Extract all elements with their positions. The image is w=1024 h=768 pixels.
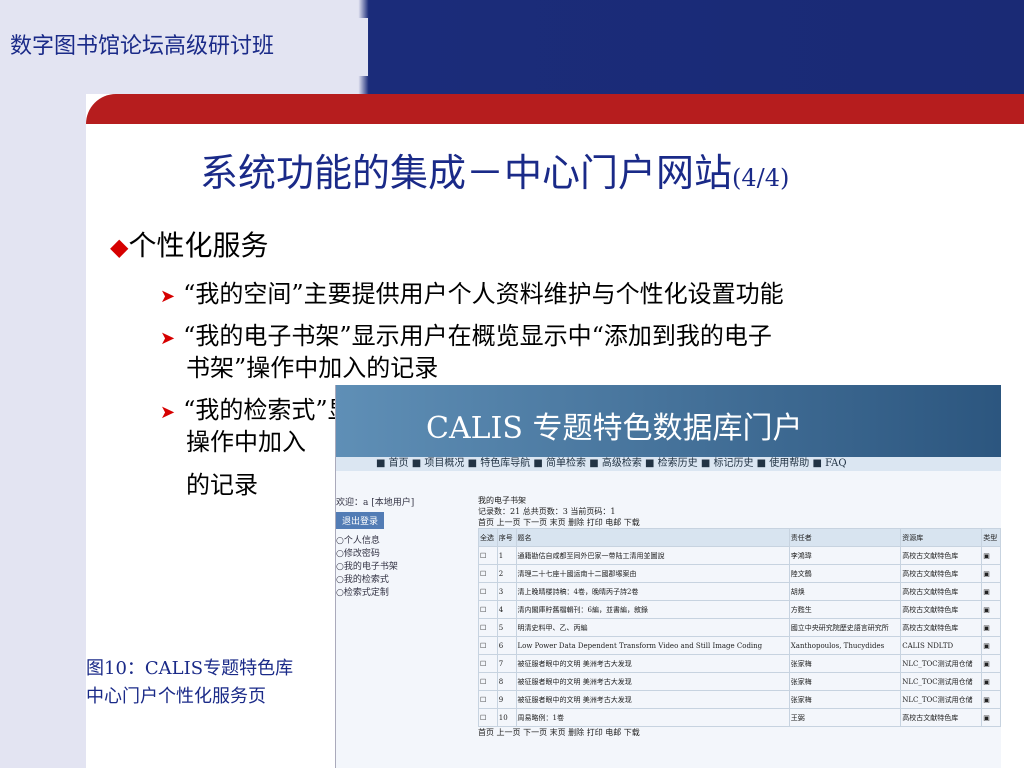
item-2: ➤ “我的电子书架”显示用户在概览显示中“添加到我的电子	[160, 322, 772, 350]
table-row[interactable]: ☐ 8 被征服者眼中的文明 美洲考古大发现 张家梅 NLC_TOC测试用仓储 ▣	[478, 672, 1001, 691]
pager[interactable]: 首页 上一页 下一页 末页 删除 打印 电邮 下载	[478, 517, 1001, 528]
side-item-3[interactable]: ○我的检索式	[336, 572, 476, 585]
figure-caption: 图10：CALIS专题特色库 中心门户个性化服务页	[86, 655, 294, 711]
col-0[interactable]: 全选	[478, 528, 498, 547]
table-row[interactable]: ☐ 6 Low Power Data Dependent Transform Vid…	[478, 636, 1001, 655]
side-item-4[interactable]: ○检索式定制	[336, 585, 476, 598]
item-2-cont: 书架”操作中加入的记录	[186, 354, 439, 382]
side-item-1[interactable]: ○修改密码	[336, 546, 476, 559]
calis-screenshot: CALIS 专题特色数据库门户 ■ 首页 ■ 项目概况 ■ 特色库导航 ■ 简单…	[335, 385, 1001, 768]
table-row[interactable]: ☐ 7 被征服者眼中的文明 美洲考古大发现 张家梅 NLC_TOC测试用仓储 ▣	[478, 654, 1001, 673]
calis-nav[interactable]: ■ 首页 ■ 项目概况 ■ 特色库导航 ■ 简单检索 ■ 高级检索 ■ 检索历史…	[336, 457, 1001, 471]
pager-bottom[interactable]: 首页 上一页 下一页 末页 删除 打印 电邮 下载	[478, 727, 1001, 738]
col-5[interactable]: 类型	[981, 528, 1001, 547]
table-row[interactable]: ☐ 4 清内閣庫貯舊檔輯刊：6編，並書編，敘錄 方甦生 高校古文献特色库 ▣	[478, 600, 1001, 619]
table-row[interactable]: ☐ 2 清理二十七座十國运南十二國郡塚案由 陸文鶴 高校古文献特色库 ▣	[478, 564, 1001, 583]
col-3[interactable]: 责任者	[788, 528, 902, 547]
shelf-stats: 记录数：21 总共页数：3 当前页码：1	[478, 507, 616, 516]
col-2[interactable]: 题名	[515, 528, 790, 547]
side-item-0[interactable]: ○个人信息	[336, 533, 476, 546]
col-1[interactable]: 序号	[496, 528, 517, 547]
forum-title: 数字图书馆论坛高级研讨班	[0, 18, 368, 76]
table-row[interactable]: ☐ 10 周易略例：1卷 王弼 高校古文献特色库 ▣	[478, 708, 1001, 727]
shelf-title: 我的电子书架	[478, 496, 526, 505]
side-item-2[interactable]: ○我的电子书架	[336, 559, 476, 572]
bullet-personal-service: ◆个性化服务	[110, 229, 269, 262]
calis-header: CALIS 专题特色数据库门户	[336, 385, 1001, 457]
welcome-text: 欢迎：a [本地用户]	[336, 498, 415, 508]
calis-content: 我的电子书架 记录数：21 总共页数：3 当前页码：1 首页 上一页 下一页 末…	[478, 495, 1001, 738]
red-divider	[86, 94, 1024, 124]
table-row[interactable]: ☐ 9 被征服者眼中的文明 美洲考古大发现 张家梅 NLC_TOC测试用仓储 ▣	[478, 690, 1001, 709]
logout-button[interactable]: 退出登录	[336, 512, 385, 529]
left-panel	[0, 0, 86, 768]
table-row[interactable]: ☐ 5 明清史料甲、乙、丙編 國立中央研究院歷史語言研究所 高校古文献特色库 ▣	[478, 618, 1001, 637]
table-row[interactable]: ☐ 1 通籍勘估自咸都至同外巴家一带陆工清用並圖說 李鴻瑋 高校古文献特色库 ▣	[478, 546, 1001, 565]
item-3-cont: 操作中加入	[186, 428, 306, 456]
col-4[interactable]: 资源库	[900, 528, 983, 547]
item-3-end: 的记录	[186, 471, 258, 499]
slide-title: 系统功能的集成－中心门户网站(4/4)	[200, 151, 790, 195]
calis-sidebar: 欢迎：a [本地用户] 退出登录 ○个人信息 ○修改密码 ○我的电子书架 ○我的检索式…	[336, 495, 476, 598]
item-1: ➤ “我的空间”主要提供用户个人资料维护与个性化设置功能	[160, 280, 784, 308]
table-row[interactable]: ☐ 3 清上晚晴楼詩稿：4卷，晚晴丙子詩2卷 胡焕 高校古文献特色库 ▣	[478, 582, 1001, 601]
shelf-table: 全选 序号 题名 责任者 资源库 类型 ☐ 1 通籍勘估自咸都至同外巴家一带陆工清用並圖說 李鴻瑋…	[478, 528, 1001, 727]
